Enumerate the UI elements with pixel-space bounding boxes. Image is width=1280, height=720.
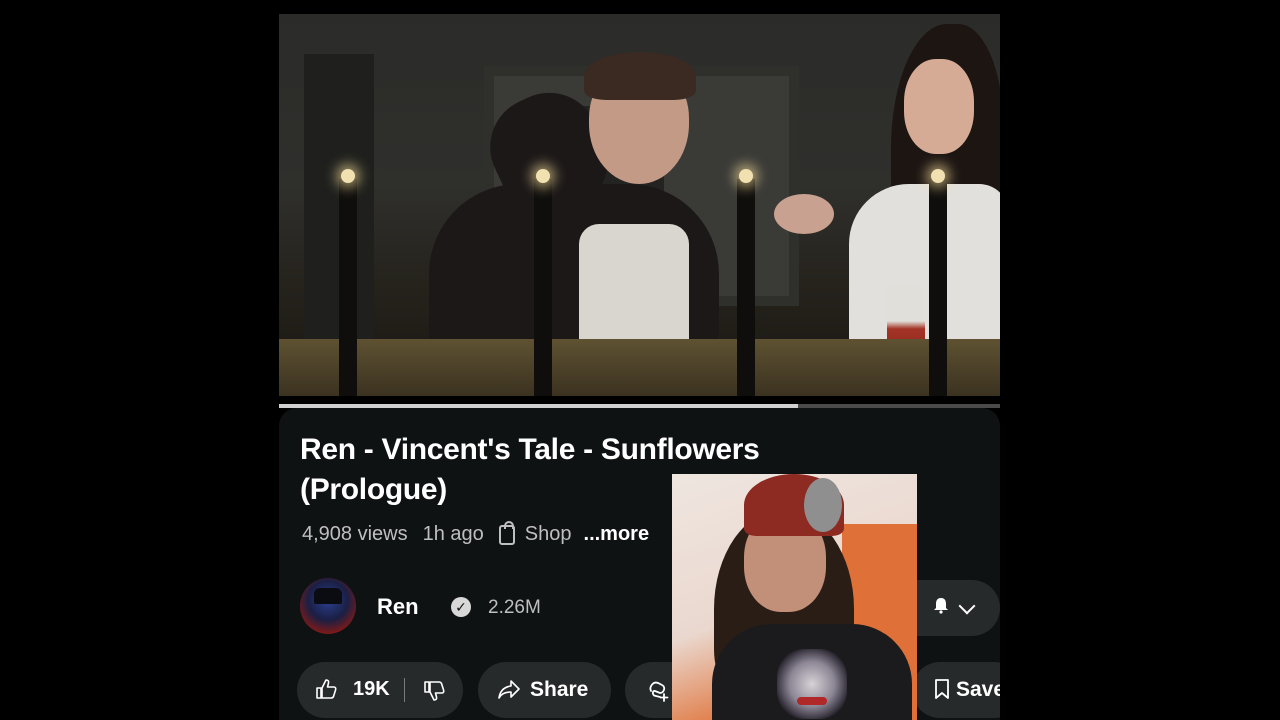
scene-candle: [929, 169, 947, 396]
save-icon: [935, 679, 949, 699]
dislike-icon[interactable]: [423, 680, 445, 702]
scene-candle: [534, 169, 552, 396]
avatar[interactable]: [300, 578, 356, 634]
upload-age: 1h ago: [422, 523, 484, 545]
webcam-overlay: [672, 474, 917, 720]
save-label: Save: [956, 678, 1000, 701]
like-divider: [404, 678, 405, 702]
more-link[interactable]: ...more: [584, 523, 650, 546]
bell-icon[interactable]: [932, 596, 950, 614]
scene-woman-face: [904, 59, 974, 154]
video-player[interactable]: [279, 14, 1000, 396]
view-count: 4,908 views: [302, 523, 408, 545]
scene-candle: [339, 169, 357, 396]
remix-icon: [649, 681, 669, 702]
like-dislike-pill: 19K: [297, 662, 463, 718]
webcam-person-beanie: [744, 474, 844, 536]
scene-candle: [737, 169, 755, 396]
like-icon[interactable]: [315, 678, 337, 700]
verified-icon: ✓: [451, 597, 471, 617]
shop-link[interactable]: Shop: [525, 523, 572, 546]
scene-woman-hand: [774, 194, 834, 234]
subscriber-count: 2.26M: [488, 597, 541, 618]
webcam-shirt-print: [777, 649, 847, 719]
share-label: Share: [530, 678, 589, 701]
channel-name[interactable]: Ren: [377, 594, 419, 620]
video-meta[interactable]: 4,908 views 1h ago Shop ...more: [302, 520, 664, 546]
share-button[interactable]: Share: [478, 662, 611, 718]
like-count[interactable]: 19K: [353, 678, 390, 701]
share-icon: [498, 680, 520, 699]
shop-icon: [498, 520, 515, 545]
scene-table: [279, 339, 1000, 396]
scene-man-hair: [584, 52, 696, 100]
save-button[interactable]: Save: [912, 662, 1000, 718]
